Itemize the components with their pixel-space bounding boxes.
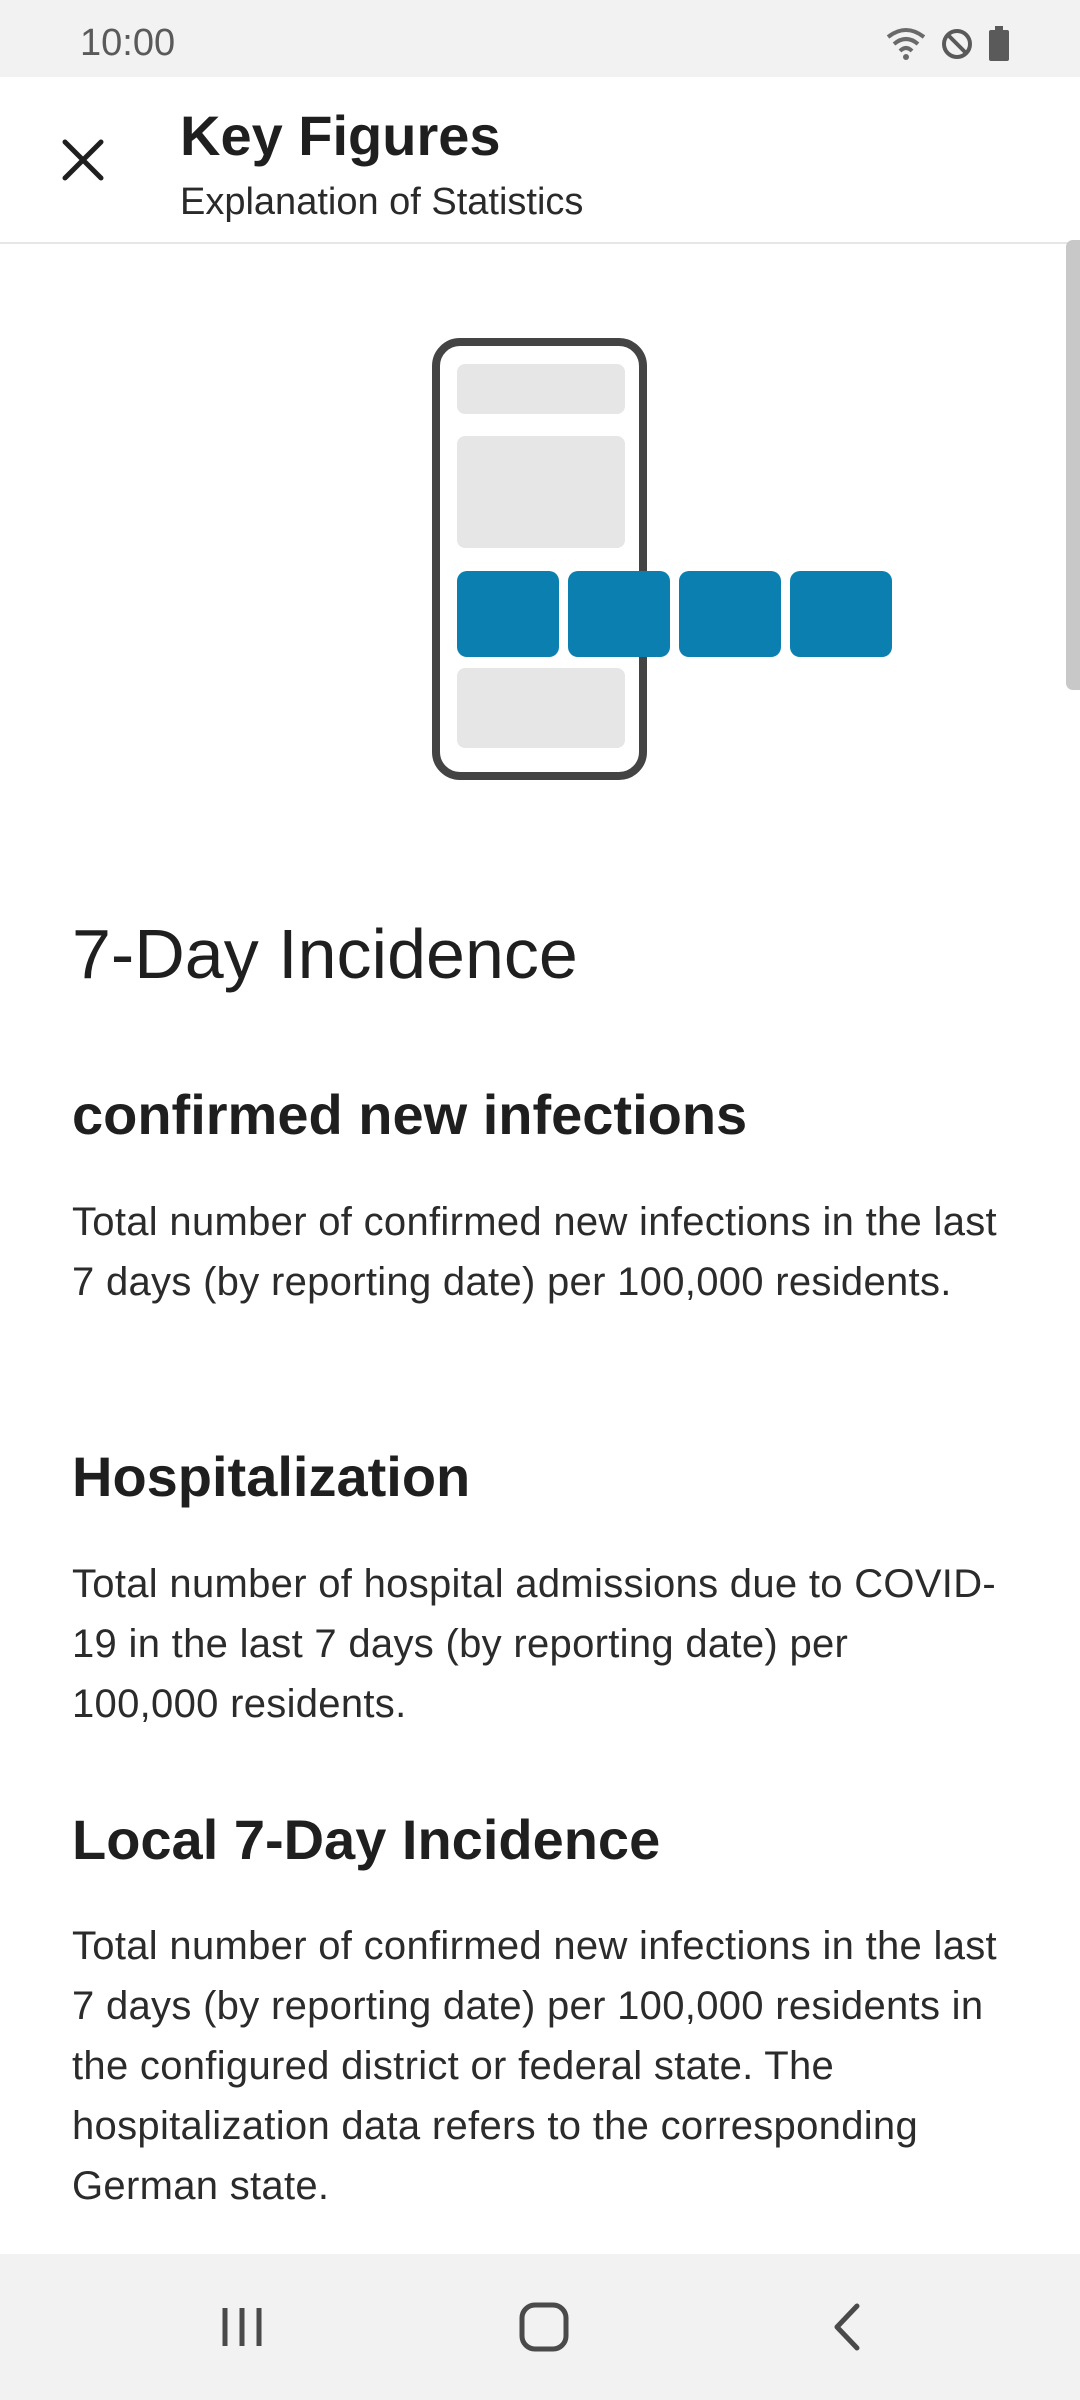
- content-scroll-area[interactable]: 7-Day Incidence confirmed new infections…: [0, 244, 1080, 2254]
- section-heading-local-7-day-incidence: Local 7-Day Incidence: [72, 1808, 661, 1871]
- app-bar: Key Figures Explanation of Statistics: [0, 77, 1080, 244]
- home-button[interactable]: [499, 2284, 589, 2374]
- section-body-local-7-day-incidence: Total number of confirmed new infections…: [72, 1924, 997, 2208]
- close-icon: [59, 136, 107, 189]
- home-icon: [518, 2301, 570, 2358]
- section-heading-confirmed-new-infections: confirmed new infections: [72, 1083, 748, 1146]
- status-bar: 10:00: [0, 0, 1080, 77]
- recent-apps-icon: [217, 2304, 267, 2355]
- section-title: 7-Day Incidence: [72, 915, 578, 993]
- recent-apps-button[interactable]: [197, 2284, 287, 2374]
- page-subtitle: Explanation of Statistics: [180, 181, 584, 223]
- wifi-icon: [886, 27, 926, 66]
- section-body-hospitalization: Total number of hospital admissions due …: [72, 1562, 997, 1726]
- back-icon: [829, 2302, 865, 2357]
- section-body-confirmed-new-infections: Total number of confirmed new infections…: [72, 1200, 997, 1304]
- back-button[interactable]: [802, 2284, 892, 2374]
- page-title: Key Figures: [180, 104, 501, 167]
- section-heading-hospitalization: Hospitalization: [72, 1445, 471, 1508]
- status-icons: [886, 24, 1010, 68]
- statistics-illustration: [430, 336, 900, 786]
- battery-icon: [988, 25, 1010, 67]
- status-time: 10:00: [80, 22, 176, 64]
- close-button[interactable]: [40, 119, 126, 205]
- scrollbar[interactable]: [1066, 240, 1080, 690]
- system-nav-bar: [0, 2254, 1080, 2400]
- do-not-disturb-icon: [940, 27, 974, 66]
